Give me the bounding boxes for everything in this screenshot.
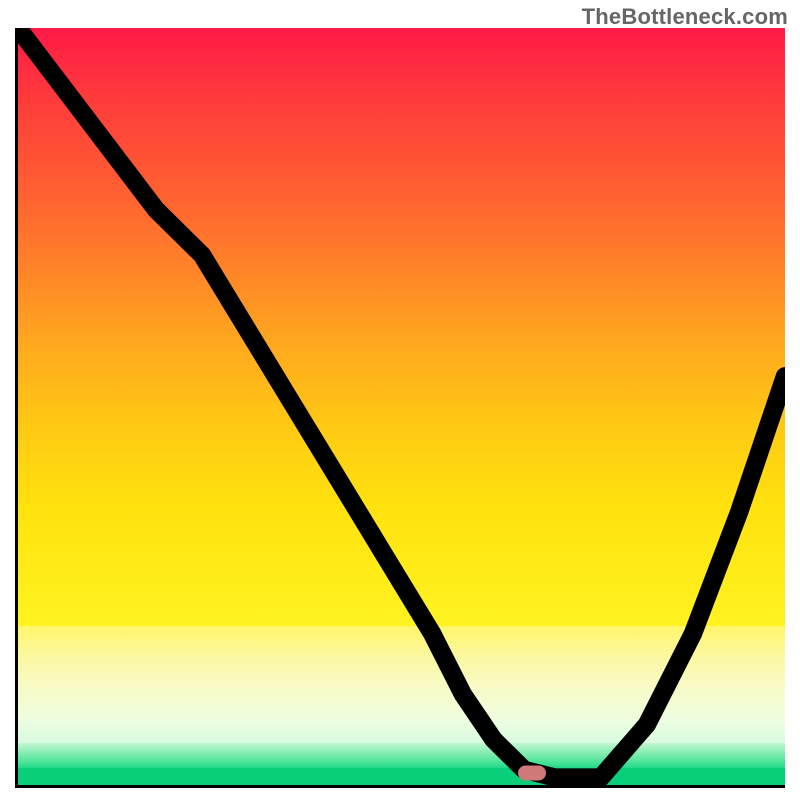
plot-area — [15, 28, 785, 788]
curve-svg — [18, 28, 785, 785]
bottleneck-curve — [18, 28, 785, 777]
watermark-text: TheBottleneck.com — [582, 4, 788, 30]
bottleneck-chart: TheBottleneck.com — [0, 0, 800, 800]
optimal-marker — [518, 765, 546, 780]
